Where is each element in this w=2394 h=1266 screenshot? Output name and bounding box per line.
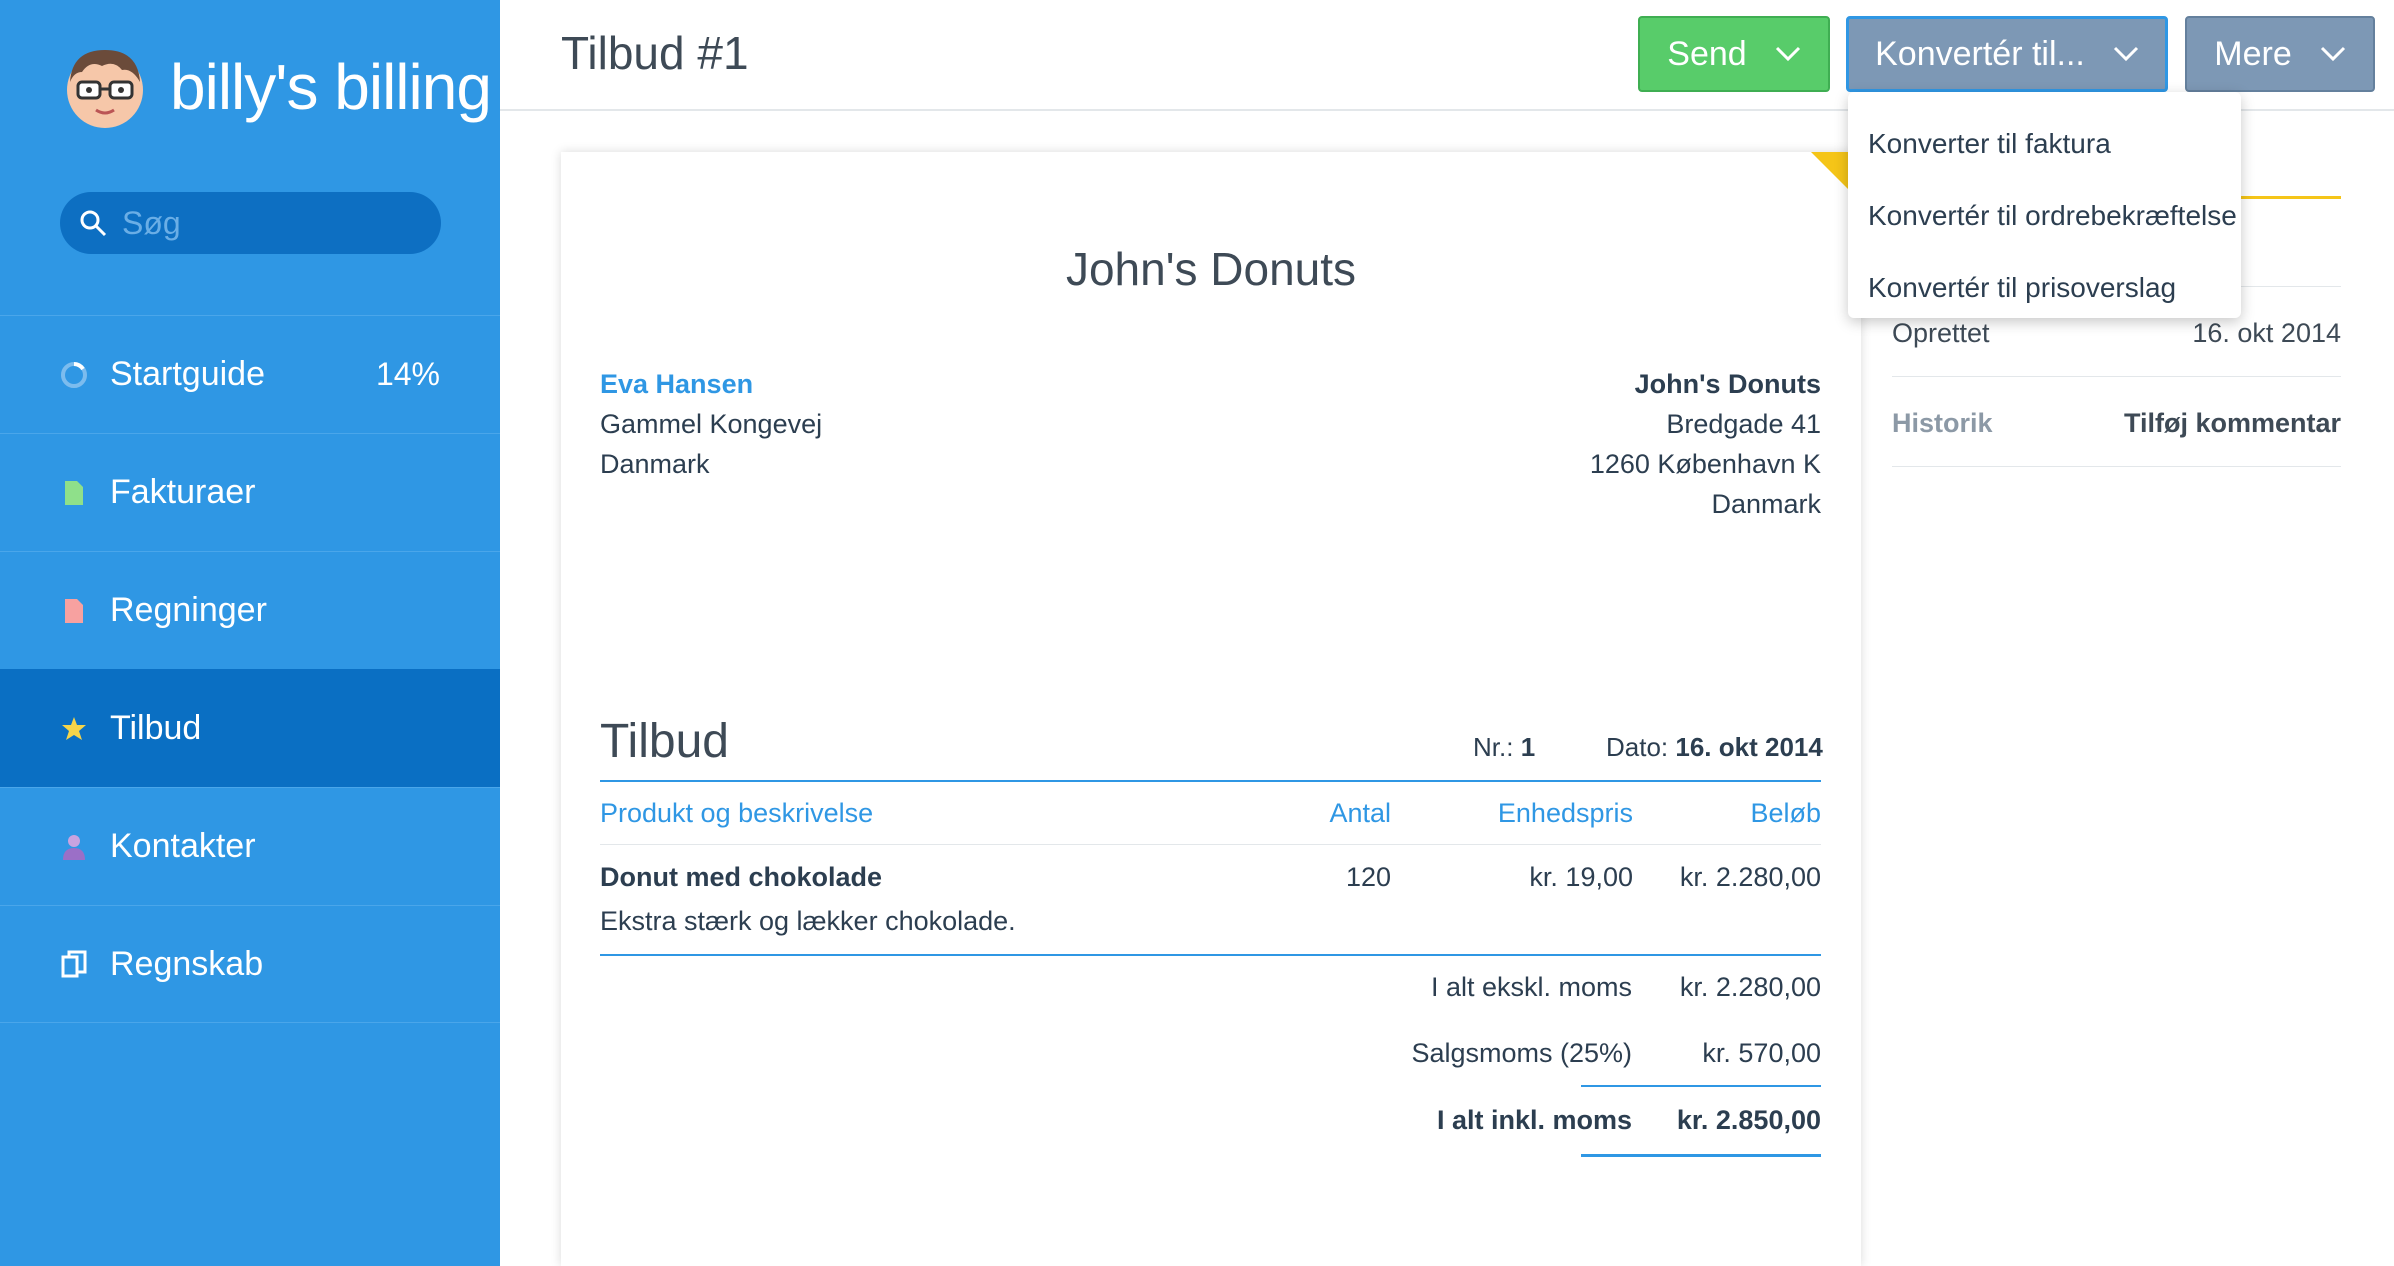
- quote-document: John's Donuts Eva Hansen Gammel Kongevej…: [561, 152, 1861, 1266]
- sender-street: Bredgade 41: [1666, 409, 1821, 439]
- ledger-icon: [60, 950, 88, 978]
- menu-item-convert-order-confirmation[interactable]: Konvertér til ordrebekræftelse: [1848, 180, 2241, 252]
- sender-name: John's Donuts: [1634, 369, 1821, 399]
- header-divider: [600, 844, 1821, 845]
- convert-button[interactable]: Konvertér til...: [1846, 16, 2168, 92]
- sidebar: billy's billing Startguide 14% Fakturaer: [0, 0, 500, 1266]
- company-title: John's Donuts: [1065, 243, 1357, 295]
- column-header-qty: Antal: [1329, 798, 1391, 828]
- quote-date: Dato: 16. okt 2014: [1606, 732, 1823, 762]
- line-description: Ekstra stærk og lækker chokolade.: [600, 906, 1016, 936]
- search-box[interactable]: [60, 192, 441, 254]
- sidebar-item-label: Regnskab: [110, 944, 264, 983]
- page-title: Tilbud #1: [561, 27, 749, 79]
- recipient-address: Eva Hansen Gammel Kongevej Danmark: [600, 364, 822, 484]
- menu-item-convert-estimate[interactable]: Konvertér til prisoverslag: [1848, 252, 2241, 324]
- sidebar-item-fakturaer[interactable]: Fakturaer: [0, 433, 500, 551]
- subtotal-value: kr. 2.280,00: [1679, 972, 1821, 1002]
- total-divider: [1581, 1154, 1821, 1157]
- total-value: kr. 2.850,00: [1676, 1105, 1821, 1135]
- sidebar-item-label: Tilbud: [110, 709, 202, 747]
- history-label: Historik: [1892, 408, 1993, 438]
- vat-label: Salgsmoms (25%): [1411, 1038, 1632, 1068]
- info-divider: [1892, 466, 2341, 467]
- send-button[interactable]: Send: [1638, 16, 1830, 92]
- sidebar-item-label: Regninger: [110, 591, 267, 629]
- invoice-icon: [60, 479, 88, 507]
- sidebar-item-label: Startguide: [110, 355, 265, 393]
- vat-divider: [1581, 1085, 1821, 1087]
- info-divider: [1892, 376, 2341, 377]
- logo-text: billy's billing: [170, 51, 492, 123]
- chevron-down-icon: [2113, 46, 2138, 62]
- subtotal-label: I alt ekskl. moms: [1430, 972, 1632, 1002]
- sender-address: John's Donuts Bredgade 41 1260 København…: [1590, 364, 1821, 524]
- line-unit-price: kr. 19,00: [1529, 862, 1633, 892]
- column-header-product: Produkt og beskrivelse: [600, 798, 874, 828]
- search-icon: [80, 210, 107, 237]
- total-label: I alt inkl. moms: [1436, 1105, 1632, 1135]
- logo[interactable]: billy's billing: [62, 42, 492, 132]
- sender-city: 1260 København K: [1589, 449, 1821, 479]
- recipient-name-link[interactable]: Eva Hansen: [600, 364, 822, 404]
- heading-divider: [600, 780, 1821, 782]
- sidebar-item-label: Fakturaer: [110, 473, 256, 511]
- convert-dropdown-menu: Konverter til faktura Konvertér til ordr…: [1848, 92, 2241, 318]
- sidebar-item-tilbud[interactable]: Tilbud: [0, 669, 500, 787]
- menu-item-convert-invoice[interactable]: Konverter til faktura: [1848, 108, 2241, 180]
- column-header-amount: Beløb: [1750, 798, 1821, 828]
- bill-icon: [60, 597, 88, 625]
- sidebar-item-kontakter[interactable]: Kontakter: [0, 787, 500, 905]
- chevron-down-icon: [1775, 46, 1800, 62]
- lines-divider: [600, 954, 1821, 956]
- line-product: Donut med chokolade: [600, 862, 883, 892]
- search-input[interactable]: [122, 204, 422, 242]
- line-amount: kr. 2.280,00: [1679, 862, 1821, 892]
- main-nav: Startguide 14% Fakturaer Regninger Tilbu…: [0, 315, 500, 1023]
- more-button[interactable]: Mere: [2185, 16, 2375, 92]
- sidebar-item-regnskab[interactable]: Regnskab: [0, 905, 500, 1023]
- recipient-country: Danmark: [600, 449, 710, 479]
- sidebar-item-startguide[interactable]: Startguide 14%: [0, 315, 500, 433]
- line-qty: 120: [1345, 862, 1391, 892]
- add-comment-link[interactable]: Tilføj kommentar: [2060, 408, 2341, 439]
- sidebar-item-label: Kontakter: [110, 827, 256, 865]
- progress-badge: 14%: [375, 356, 440, 392]
- vat-value: kr. 570,00: [1702, 1038, 1821, 1068]
- column-header-unit-price: Enhedspris: [1497, 798, 1633, 828]
- user-icon: [60, 833, 88, 861]
- document-heading: Tilbud: [600, 715, 729, 768]
- sender-country: Danmark: [1711, 489, 1821, 519]
- sidebar-item-regninger[interactable]: Regninger: [0, 551, 500, 669]
- recipient-street: Gammel Kongevej: [600, 409, 823, 439]
- progress-ring-icon: [60, 361, 88, 389]
- chevron-down-icon: [2320, 46, 2345, 62]
- quote-number: Nr.: 1: [1473, 732, 1536, 762]
- billy-face-icon: [62, 42, 148, 132]
- star-icon: [60, 715, 88, 743]
